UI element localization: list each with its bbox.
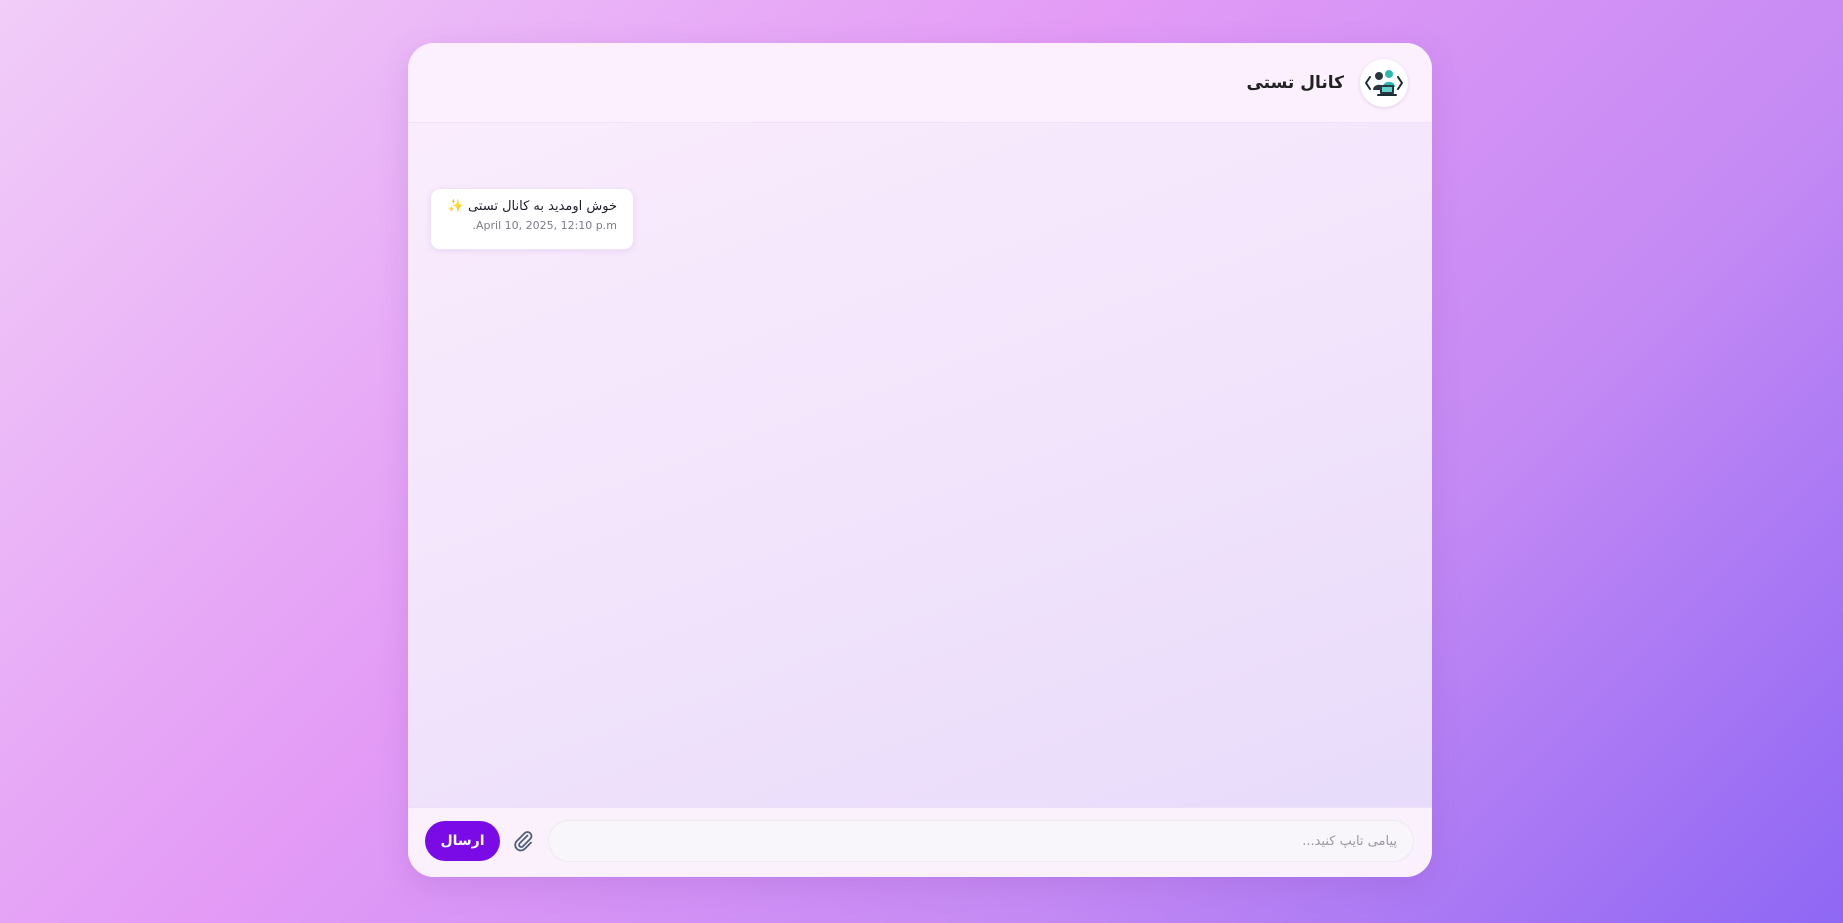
message-timestamp: April 10, 2025, 12:10 p.m.	[472, 219, 617, 232]
message-text: خوش اومدید به کانال تستی ✨	[447, 199, 617, 214]
paperclip-icon	[514, 831, 533, 852]
message-composer: ارسال	[408, 807, 1432, 877]
message-input[interactable]	[548, 820, 1414, 862]
channel-avatar[interactable]	[1360, 58, 1408, 107]
chat-window: کانال تستی خوش اومدید به کانال تستی ✨ Ap…	[408, 43, 1432, 877]
chat-header: کانال تستی	[408, 43, 1432, 123]
channel-title: کانال تستی	[1246, 72, 1344, 93]
attach-button[interactable]	[508, 826, 538, 856]
message-list[interactable]: خوش اومدید به کانال تستی ✨ April 10, 202…	[408, 124, 1432, 808]
coding-team-icon	[1365, 69, 1403, 96]
send-button[interactable]: ارسال	[425, 821, 500, 861]
message-bubble[interactable]: خوش اومدید به کانال تستی ✨ April 10, 202…	[430, 188, 634, 250]
